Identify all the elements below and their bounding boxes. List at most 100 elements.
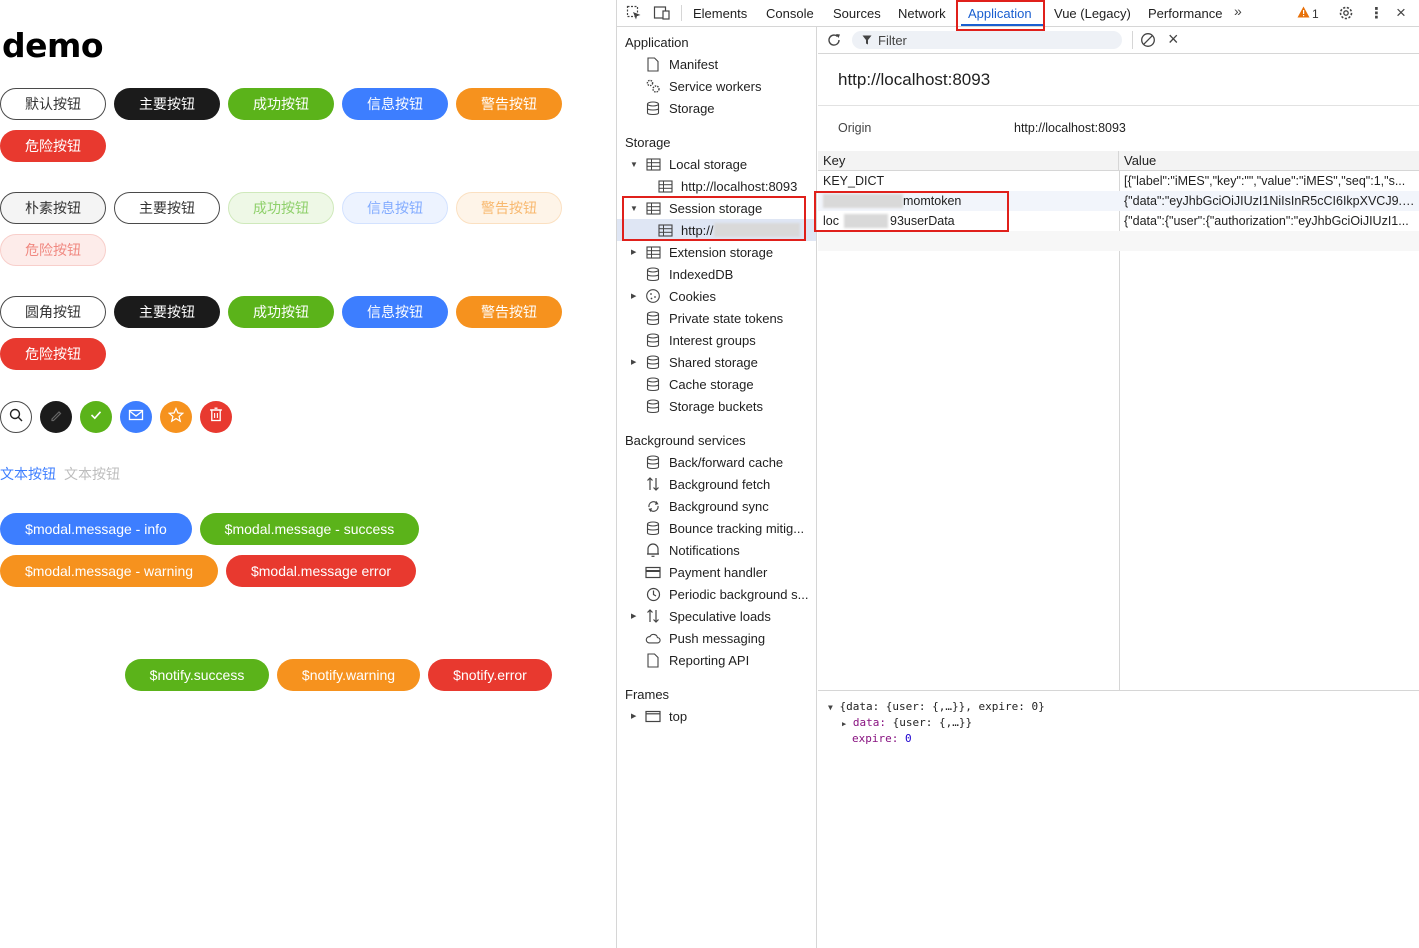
tab-vue-legacy[interactable]: Vue (Legacy) xyxy=(1054,6,1131,21)
modal-message-error-button[interactable]: $modal.message error xyxy=(226,555,416,587)
sidebar-item-cache-storage[interactable]: Cache storage xyxy=(645,373,754,395)
round-default-button[interactable]: 圆角按钮 xyxy=(0,296,106,328)
warning-button[interactable]: 警告按钮 xyxy=(456,88,562,120)
storage-table: Key Value KEY_DICT [{"label":"iMES","key… xyxy=(818,151,1419,691)
sidebar-item-periodic-background-sync[interactable]: Periodic background s... xyxy=(645,583,808,605)
sidebar-item-interest-groups[interactable]: Interest groups xyxy=(645,329,756,351)
delete-circle-button[interactable] xyxy=(200,401,232,433)
column-header-value[interactable]: Value xyxy=(1119,151,1419,171)
device-toolbar-icon[interactable] xyxy=(653,5,671,24)
check-circle-button[interactable] xyxy=(80,401,112,433)
sidebar-item-reporting-api[interactable]: Reporting API xyxy=(645,649,749,671)
column-header-key[interactable]: Key xyxy=(818,151,1119,171)
plain-success-button[interactable]: 成功按钮 xyxy=(228,192,334,224)
default-button[interactable]: 默认按钮 xyxy=(0,88,106,120)
sidebar-item-payment-handler[interactable]: Payment handler xyxy=(645,561,767,583)
sidebar-item-extension-storage[interactable]: Extension storage xyxy=(645,241,773,263)
collapsed-arrow-icon[interactable]: ▶ xyxy=(631,358,641,366)
sidebar-item-frame-top[interactable]: top xyxy=(645,705,687,727)
modal-message-success-button[interactable]: $modal.message - success xyxy=(200,513,419,545)
plain-primary-button[interactable]: 主要按钮 xyxy=(114,192,220,224)
tab-sources[interactable]: Sources xyxy=(833,6,881,21)
file-icon xyxy=(645,56,661,72)
more-options-icon[interactable]: ⋮ xyxy=(1369,4,1384,22)
sidebar-item-notifications[interactable]: Notifications xyxy=(645,539,740,561)
page-title: demo xyxy=(2,26,104,65)
plain-info-button[interactable]: 信息按钮 xyxy=(342,192,448,224)
sidebar-item-back-forward-cache[interactable]: Back/forward cache xyxy=(645,451,783,473)
tab-elements[interactable]: Elements xyxy=(693,6,747,21)
collapsed-arrow-icon[interactable]: ▶ xyxy=(631,292,641,300)
notify-info-button[interactable]: $notify.info xyxy=(0,659,117,691)
check-icon xyxy=(89,408,103,427)
settings-gear-icon[interactable] xyxy=(1338,5,1354,24)
tab-performance[interactable]: Performance xyxy=(1148,6,1222,21)
edit-circle-button[interactable] xyxy=(40,401,72,433)
sidebar-item-speculative-loads[interactable]: Speculative loads xyxy=(645,605,771,627)
round-success-button[interactable]: 成功按钮 xyxy=(228,296,334,328)
sidebar-item-indexeddb[interactable]: IndexedDB xyxy=(645,263,733,285)
round-warning-button[interactable]: 警告按钮 xyxy=(456,296,562,328)
plain-danger-button[interactable]: 危险按钮 xyxy=(0,234,106,266)
collapsed-arrow-icon[interactable]: ▶ xyxy=(631,712,641,720)
sidebar-item-bounce-tracking[interactable]: Bounce tracking mitig... xyxy=(645,517,804,539)
refresh-icon[interactable] xyxy=(826,32,842,51)
star-circle-button[interactable] xyxy=(160,401,192,433)
more-tabs-icon[interactable]: » xyxy=(1234,3,1242,19)
info-button[interactable]: 信息按钮 xyxy=(342,88,448,120)
origin-value: http://localhost:8093 xyxy=(1014,121,1126,135)
round-primary-button[interactable]: 主要按钮 xyxy=(114,296,220,328)
modal-message-info-button[interactable]: $modal.message - info xyxy=(0,513,192,545)
sidebar-item-shared-storage[interactable]: Shared storage xyxy=(645,351,758,373)
collapsed-arrow-icon[interactable]: ▶ xyxy=(631,248,641,256)
modal-prompt-button[interactable]: $modal.prompt xyxy=(289,721,432,753)
round-info-button[interactable]: 信息按钮 xyxy=(342,296,448,328)
notify-error-button[interactable]: $notify.error xyxy=(428,659,552,691)
modal-confirm-button[interactable]: $modal.confirm xyxy=(135,721,281,753)
inspect-element-icon[interactable] xyxy=(626,5,642,24)
database-icon xyxy=(645,354,661,370)
mail-circle-button[interactable] xyxy=(120,401,152,433)
delete-selected-icon[interactable]: × xyxy=(1168,29,1179,50)
notify-success-button[interactable]: $notify.success xyxy=(125,659,269,691)
expand-arrow-icon[interactable]: ▼ xyxy=(630,160,640,169)
danger-button[interactable]: 危险按钮 xyxy=(0,130,106,162)
sidebar-item-local-storage[interactable]: Local storage xyxy=(645,153,747,175)
filter-input[interactable]: Filter xyxy=(852,31,1122,49)
sidebar-item-push-messaging[interactable]: Push messaging xyxy=(645,627,765,649)
sidebar-item-private-state-tokens[interactable]: Private state tokens xyxy=(645,307,783,329)
plain-warning-button[interactable]: 警告按钮 xyxy=(456,192,562,224)
tab-console[interactable]: Console xyxy=(766,6,814,21)
plain-default-button[interactable]: 朴素按钮 xyxy=(0,192,106,224)
sidebar-item-manifest[interactable]: Manifest xyxy=(645,53,718,75)
preview-root[interactable]: ▼ {data: {user: {,…}}, expire: 0} xyxy=(828,699,1045,715)
preview-data-row[interactable]: ▶ data: {user: {,…}} xyxy=(828,715,1045,731)
sidebar-item-background-fetch[interactable]: Background fetch xyxy=(645,473,770,495)
collapsed-arrow-icon[interactable]: ▶ xyxy=(631,612,641,620)
sidebar-item-storage[interactable]: Storage xyxy=(645,97,715,119)
modal-message-warning-button[interactable]: $modal.message - warning xyxy=(0,555,218,587)
search-icon xyxy=(9,408,23,427)
section-background-services-title: Background services xyxy=(625,433,746,448)
notify-warning-button[interactable]: $notify.warning xyxy=(277,659,420,691)
modal-message-loading-button[interactable]: $modal.message - loading xyxy=(0,597,214,629)
cell-value: {"data":{"user":{"authorization":"eyJhbG… xyxy=(1124,214,1409,228)
round-danger-button[interactable]: 危险按钮 xyxy=(0,338,106,370)
success-button[interactable]: 成功按钮 xyxy=(228,88,334,120)
close-devtools-icon[interactable]: × xyxy=(1396,3,1406,23)
sidebar-item-service-workers[interactable]: Service workers xyxy=(645,75,761,97)
search-circle-button[interactable] xyxy=(0,401,32,433)
clear-all-icon[interactable] xyxy=(1140,32,1156,51)
sidebar-item-background-sync[interactable]: Background sync xyxy=(645,495,769,517)
tab-network[interactable]: Network xyxy=(898,6,946,21)
sidebar-item-local-storage-origin[interactable]: http://localhost:8093 xyxy=(657,175,797,197)
modal-alert-button[interactable]: $modal.alert xyxy=(0,721,128,753)
text-button[interactable]: 文本按钮 xyxy=(0,464,56,484)
issues-badge[interactable]: 1 xyxy=(1297,6,1319,21)
sidebar-item-storage-buckets[interactable]: Storage buckets xyxy=(645,395,763,417)
sidebar-item-cookies[interactable]: Cookies xyxy=(645,285,716,307)
primary-button[interactable]: 主要按钮 xyxy=(114,88,220,120)
database-icon xyxy=(645,520,661,536)
table-row[interactable]: KEY_DICT [{"label":"iMES","key":"","valu… xyxy=(818,171,1419,191)
cloud-icon xyxy=(645,630,661,646)
